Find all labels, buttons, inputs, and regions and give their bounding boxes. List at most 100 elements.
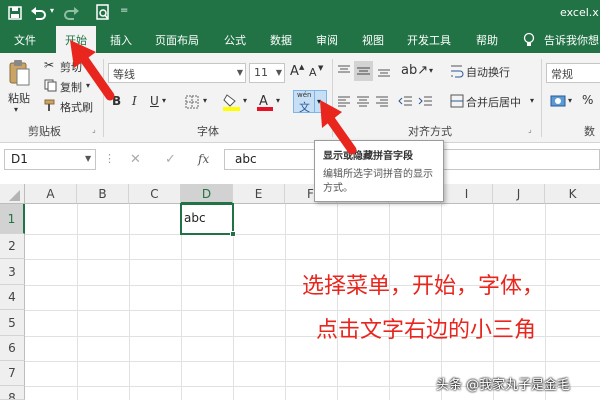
save-icon[interactable] — [8, 6, 22, 20]
font-size-combo[interactable]: 11 ▼ — [249, 63, 285, 83]
redo-icon[interactable] — [62, 5, 80, 21]
column-header-k[interactable]: K — [545, 184, 600, 204]
merge-center-button[interactable]: 合并后居中 — [466, 94, 521, 110]
tell-me-search[interactable]: 告诉我你想 — [544, 32, 599, 48]
watermark: 头条 @我家丸子是金毛 — [436, 378, 571, 393]
paste-dropdown-icon[interactable]: ▾ — [14, 105, 18, 114]
borders-dropdown-icon[interactable]: ▾ — [203, 96, 207, 105]
row-header-3[interactable]: 3 — [0, 259, 25, 285]
tab-file[interactable]: 文件 — [14, 32, 36, 48]
percent-icon[interactable]: % — [582, 93, 593, 107]
name-box-value: D1 — [11, 152, 28, 166]
wrap-text-button[interactable]: 自动换行 — [466, 64, 510, 80]
column-header-a[interactable]: A — [25, 184, 77, 204]
grow-font-arrow: ▲ — [299, 63, 305, 71]
paste-button[interactable]: 粘贴 — [8, 90, 30, 106]
row-header-6[interactable]: 6 — [0, 336, 25, 361]
column-header-b[interactable]: B — [77, 184, 129, 204]
fill-color-icon[interactable] — [222, 92, 242, 112]
tab-help[interactable]: 帮助 — [476, 32, 498, 48]
chevron-down-icon: ▼ — [275, 68, 282, 77]
orientation-dropdown-icon[interactable]: ▾ — [429, 66, 433, 75]
name-box[interactable]: D1 ▼ — [4, 149, 96, 170]
worksheet[interactable]: A B C D E F G H I J K 1 2 3 4 5 6 7 8 ab… — [0, 176, 600, 400]
annotation-arrow-home-icon — [70, 40, 115, 101]
align-right-icon[interactable] — [374, 93, 390, 109]
tab-view[interactable]: 视图 — [362, 32, 384, 48]
undo-icon[interactable] — [30, 5, 48, 21]
copy-icon[interactable] — [44, 79, 57, 92]
alignment-launcher-icon[interactable]: ⌟ — [528, 125, 532, 134]
accounting-format-icon[interactable] — [550, 93, 566, 109]
row-header-8[interactable]: 8 — [0, 386, 25, 400]
paste-icon[interactable] — [8, 59, 30, 87]
italic-button[interactable]: I — [132, 94, 137, 108]
cell-d1[interactable]: abc — [180, 203, 236, 237]
select-all-corner[interactable] — [0, 184, 25, 204]
decrease-indent-icon[interactable] — [398, 93, 414, 109]
orientation-icon[interactable]: ab↗ — [401, 63, 428, 78]
annotation-line-2: 点击文字右边的小三角 — [316, 318, 537, 343]
row-header-4[interactable]: 4 — [0, 285, 25, 310]
row-header-2[interactable]: 2 — [0, 234, 25, 259]
borders-icon[interactable] — [185, 95, 199, 109]
align-middle-button[interactable] — [354, 61, 373, 81]
font-color-icon[interactable]: A — [256, 92, 274, 112]
align-bottom-icon[interactable] — [376, 63, 392, 79]
select-all-triangle-icon — [9, 190, 20, 201]
qat-customize-icon[interactable]: = — [120, 5, 128, 16]
column-header-e[interactable]: E — [233, 184, 285, 204]
column-header-i[interactable]: I — [441, 184, 493, 204]
tab-formulas[interactable]: 公式 — [224, 32, 246, 48]
row-header-1[interactable]: 1 — [0, 204, 25, 234]
format-painter-icon[interactable] — [44, 99, 58, 112]
number-format-combo[interactable]: 常规 — [546, 63, 600, 83]
column-header-j[interactable]: J — [493, 184, 545, 204]
phonetic-char-text: 文 — [299, 101, 310, 114]
enter-check-icon[interactable]: ✓ — [165, 152, 176, 167]
align-top-icon[interactable] — [336, 63, 352, 79]
cancel-icon[interactable]: ✕ — [130, 152, 141, 167]
number-format-value: 常规 — [551, 68, 573, 81]
underline-dropdown-icon[interactable]: ▾ — [162, 96, 166, 105]
font-color-dropdown-icon[interactable]: ▾ — [276, 96, 280, 105]
grow-font-icon[interactable]: A — [290, 64, 299, 79]
fill-color-dropdown-icon[interactable]: ▾ — [243, 96, 247, 105]
cell-d1-value: abc — [184, 211, 206, 225]
cut-icon[interactable]: ✂ — [44, 58, 54, 72]
gridline — [25, 310, 600, 311]
tab-review[interactable]: 审阅 — [316, 32, 338, 48]
fill-handle[interactable] — [230, 231, 236, 237]
title-bar: ▾ = excel.x — [0, 0, 600, 26]
shrink-font-arrow: ▼ — [318, 64, 324, 72]
chevron-down-icon[interactable]: ▼ — [85, 154, 91, 163]
annotation-arrow-dropdown-icon — [320, 100, 357, 155]
gridline — [25, 361, 600, 362]
column-header-d[interactable]: D — [181, 184, 233, 204]
shrink-font-icon[interactable]: A — [309, 66, 317, 79]
merge-center-icon[interactable] — [450, 93, 464, 109]
font-group-label: 字体 — [197, 125, 219, 138]
merge-dropdown-icon[interactable]: ▾ — [530, 96, 534, 105]
undo-dropdown-icon[interactable]: ▾ — [50, 6, 54, 15]
svg-text:A: A — [259, 94, 268, 109]
wrap-text-icon[interactable] — [450, 63, 464, 79]
tab-page-layout[interactable]: 页面布局 — [155, 32, 199, 48]
clipboard-launcher-icon[interactable]: ⌟ — [92, 125, 96, 134]
number-group-label: 数 — [584, 125, 595, 138]
insert-function-button[interactable]: fx — [198, 152, 209, 166]
row-header-5[interactable]: 5 — [0, 310, 25, 336]
row-header-7[interactable]: 7 — [0, 361, 25, 386]
column-header-c[interactable]: C — [129, 184, 181, 204]
tab-data[interactable]: 数据 — [270, 32, 292, 48]
font-size-value: 11 — [254, 66, 268, 79]
tab-developer[interactable]: 开发工具 — [407, 32, 451, 48]
increase-indent-icon[interactable] — [418, 93, 434, 109]
lightbulb-icon — [523, 32, 535, 46]
underline-button[interactable]: U — [150, 94, 159, 108]
grip-dots-icon[interactable]: ⋮ — [104, 152, 115, 165]
print-preview-icon[interactable] — [96, 4, 110, 21]
font-name-combo[interactable]: 等线 ▼ — [108, 63, 246, 83]
accounting-dropdown-icon[interactable]: ▾ — [568, 96, 572, 105]
formula-value: abc — [235, 152, 257, 166]
